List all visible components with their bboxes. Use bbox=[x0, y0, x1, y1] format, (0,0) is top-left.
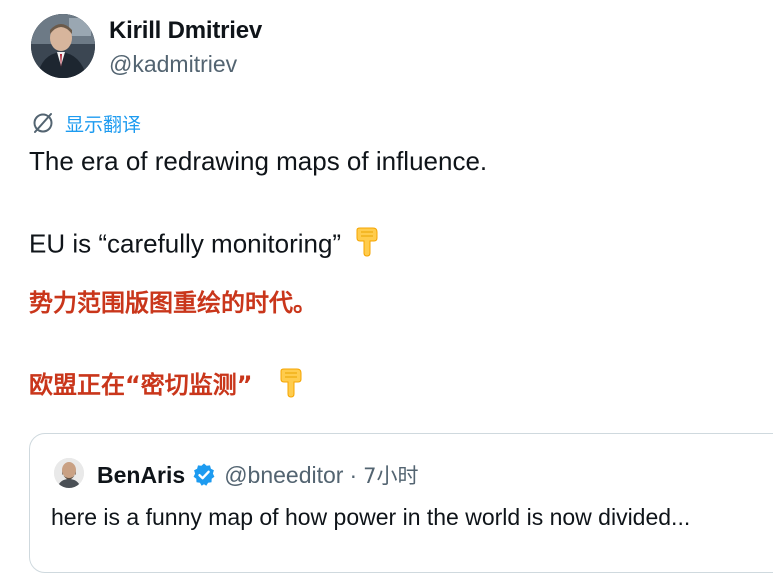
quoted-author-handle[interactable]: @bneeditor bbox=[224, 462, 343, 489]
quoted-tweet-header: BenAris @bneeditor · 7小时 bbox=[97, 460, 419, 490]
author-avatar-image bbox=[31, 14, 95, 78]
author-handle[interactable]: @kadmitriev bbox=[109, 51, 237, 78]
show-translation-label: 显示翻译 bbox=[65, 113, 142, 136]
quoted-tweet-text: here is a funny map of how power in the … bbox=[51, 504, 691, 530]
quoted-tweet-card[interactable]: BenAris @bneeditor · 7小时 here is a funny… bbox=[29, 433, 773, 573]
separator-dot: · bbox=[349, 461, 358, 488]
pointing-down-emoji-icon-2 bbox=[277, 367, 305, 405]
tweet-text-line-2-text: EU is “carefully monitoring” bbox=[29, 228, 342, 259]
tweet-author-header: Kirill Dmitriev @kadmitriev bbox=[31, 14, 731, 82]
quoted-author-avatar[interactable] bbox=[54, 458, 84, 488]
author-avatar[interactable] bbox=[31, 14, 95, 78]
quoted-author-name[interactable]: BenAris bbox=[97, 462, 185, 489]
tweet-text-line-1: The era of redrawing maps of influence. bbox=[29, 146, 488, 176]
tweet-chinese-line-2-text: 欧盟正在“密切监测” bbox=[29, 371, 253, 399]
pointing-down-emoji-icon bbox=[353, 226, 381, 265]
verified-badge-icon bbox=[191, 462, 217, 488]
translate-icon bbox=[31, 111, 55, 135]
tweet-chinese-line-1: 势力范围版图重绘的时代。 bbox=[29, 289, 317, 317]
author-name[interactable]: Kirill Dmitriev bbox=[109, 17, 262, 45]
tweet-text-line-2: EU is “carefully monitoring” bbox=[29, 226, 381, 265]
show-translation-link[interactable]: 显示翻译 bbox=[31, 110, 141, 136]
tweet-chinese-line-2: 欧盟正在“密切监测” bbox=[29, 365, 305, 405]
quoted-tweet-timestamp[interactable]: 7小时 bbox=[363, 460, 418, 490]
quoted-avatar-image bbox=[54, 458, 84, 488]
